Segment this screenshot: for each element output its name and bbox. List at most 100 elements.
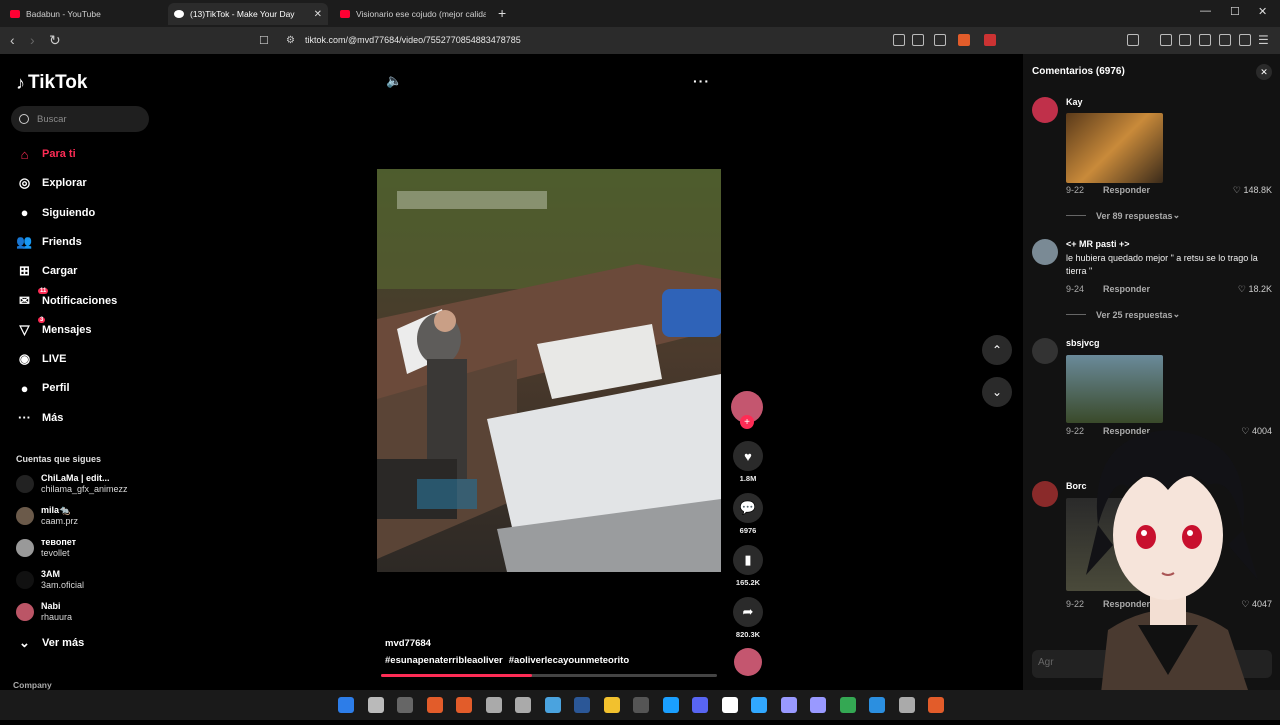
brave-shield-icon[interactable] <box>958 34 970 46</box>
sidebar-item-perfil[interactable]: ● Perfil <box>16 377 70 399</box>
save-button[interactable]: ▮ 165.2K <box>731 545 765 587</box>
site-info-icon[interactable]: ⚙ <box>286 35 295 46</box>
sidebar-item-siguiendo[interactable]: ● Siguiendo <box>16 202 96 224</box>
extension-icon[interactable] <box>1127 34 1139 46</box>
company-link[interactable]: Company <box>13 680 52 690</box>
forward-button[interactable]: › <box>30 32 35 48</box>
comment-like-button[interactable]: ♡ 148.8K <box>1233 185 1272 196</box>
taskbar-app-icon[interactable] <box>692 697 708 713</box>
sidebar-item-explorar[interactable]: ◎ Explorar <box>16 172 87 194</box>
extension-icon[interactable] <box>1219 34 1231 46</box>
sidebar-item-m-s[interactable]: ··· Más <box>16 407 63 429</box>
vpn-icon[interactable] <box>1239 34 1251 46</box>
taskbar-app-icon[interactable] <box>367 697 384 713</box>
taskbar-app-icon[interactable] <box>485 697 502 713</box>
followed-account[interactable]: 3AM 3am.oficial <box>16 567 84 593</box>
sidebar-item-friends[interactable]: 👥 Friends <box>16 231 81 253</box>
followed-account[interactable]: mila🐀 caam.prz <box>16 503 78 529</box>
sidebar-item-cargar[interactable]: ⊞ Cargar <box>16 260 77 282</box>
minimize-button[interactable]: — <box>1200 5 1211 17</box>
followed-account[interactable]: тевопет tevollet <box>16 535 76 561</box>
video-progress-bar[interactable] <box>381 674 717 677</box>
music-icon[interactable] <box>1160 34 1172 46</box>
sidebar-icon[interactable] <box>1179 34 1191 46</box>
avatar[interactable] <box>1032 338 1058 364</box>
sidebar-item-para-ti[interactable]: ⌂ Para ti <box>16 143 76 165</box>
taskbar-app-icon[interactable] <box>898 697 915 713</box>
search-input[interactable]: Buscar <box>11 106 149 132</box>
comment-user[interactable]: sbsjvcg <box>1066 338 1100 348</box>
like-button[interactable]: ♥ 1.8M <box>731 441 765 483</box>
see-more-button[interactable]: ⌄ Ver más <box>16 632 84 654</box>
sidebar-item-live[interactable]: ◉ LIVE <box>16 348 67 370</box>
menu-icon[interactable]: ☰ <box>1258 33 1269 47</box>
tiktok-logo[interactable]: ♪ TikTok <box>16 72 87 94</box>
previous-video-button[interactable]: ⌃ <box>982 335 1012 365</box>
follow-plus-icon[interactable]: + <box>740 415 754 429</box>
tab-tiktok[interactable]: (13)TikTok - Make Your Day ✕ <box>168 3 328 25</box>
comment-like-button[interactable]: ♡ 18.2K <box>1238 284 1272 295</box>
hashtag-link[interactable]: #aoliverlecayounmeteorito <box>509 655 629 666</box>
rewards-icon[interactable] <box>984 34 996 46</box>
close-window-button[interactable]: ✕ <box>1258 5 1267 18</box>
volume-icon[interactable]: 🔈 <box>386 73 402 89</box>
reply-button[interactable]: Responder <box>1103 185 1150 195</box>
avatar[interactable] <box>1032 481 1058 507</box>
tab-title: Visionario ese cojudo (mejor calidad) <box>356 9 486 19</box>
taskbar-app-icon[interactable] <box>751 697 767 713</box>
avatar[interactable] <box>1032 239 1058 265</box>
taskbar-app-icon[interactable] <box>780 697 797 713</box>
taskbar-app-icon[interactable] <box>603 697 620 713</box>
new-tab-button[interactable]: + <box>498 5 506 21</box>
tab-youtube-2[interactable]: Visionario ese cojudo (mejor calidad) <box>334 3 492 25</box>
view-replies-button[interactable]: Ver 89 respuestas ⌄ <box>1066 210 1180 221</box>
hashtag-link[interactable]: #esunapenaterribleaoliver <box>385 655 503 666</box>
taskbar-app-icon[interactable] <box>338 697 354 713</box>
friends-icon: 👥 <box>16 233 33 249</box>
taskbar-app-icon[interactable] <box>515 697 531 713</box>
reply-button[interactable]: Responder <box>1103 284 1150 294</box>
tab-youtube[interactable]: Badabun - YouTube <box>4 3 164 25</box>
creator-avatar[interactable]: + <box>731 391 763 429</box>
comment-button[interactable]: 💬 6976 <box>731 493 765 535</box>
taskbar-app-icon[interactable] <box>426 697 443 713</box>
taskbar-app-icon[interactable] <box>397 697 413 713</box>
video-player[interactable] <box>377 169 721 572</box>
sidebar-item-notificaciones[interactable]: 11 ✉ Notificaciones <box>16 287 117 312</box>
sidebar-item-mensajes[interactable]: 3 ▽ Mensajes <box>16 316 92 341</box>
avatar[interactable] <box>1032 97 1058 123</box>
video-author[interactable]: mvd77684 <box>385 638 431 649</box>
taskbar-app-icon[interactable] <box>544 697 561 713</box>
bookmark-icon[interactable]: ☐ <box>259 34 269 47</box>
translate-icon[interactable] <box>934 34 946 46</box>
taskbar-app-icon[interactable] <box>721 697 738 713</box>
url-field[interactable]: tiktok.com/@mvd77684/video/7552770854883… <box>305 35 521 45</box>
share-button[interactable]: ➦ 820.3K <box>731 597 765 639</box>
extension-icon[interactable] <box>893 34 905 46</box>
close-comments-button[interactable]: ✕ <box>1256 64 1272 80</box>
view-replies-button[interactable]: Ver 25 respuestas ⌄ <box>1066 309 1180 320</box>
back-button[interactable]: ‹ <box>10 32 15 48</box>
taskbar-app-icon[interactable] <box>928 697 944 713</box>
close-tab-icon[interactable]: ✕ <box>314 9 322 20</box>
maximize-button[interactable]: ☐ <box>1230 5 1240 18</box>
taskbar-app-icon[interactable] <box>839 697 856 713</box>
comment-image[interactable] <box>1066 113 1163 183</box>
comment-user[interactable]: <+ MR pasti +> <box>1066 239 1130 249</box>
more-options-icon[interactable]: ··· <box>693 73 710 89</box>
taskbar-app-icon[interactable] <box>574 697 590 713</box>
comment-image[interactable] <box>1066 355 1163 423</box>
taskbar-app-icon[interactable] <box>810 697 826 713</box>
followed-account[interactable]: Nabi rhauura <box>16 599 72 625</box>
followed-account[interactable]: ChiLaMa | edit... chilama_gfx_animezz <box>16 471 128 497</box>
taskbar-app-icon[interactable] <box>633 697 649 713</box>
next-video-button[interactable]: ⌄ <box>982 377 1012 407</box>
wallet-icon[interactable] <box>1199 34 1211 46</box>
taskbar-app-icon[interactable] <box>662 697 679 713</box>
taskbar-app-icon[interactable] <box>456 697 472 713</box>
taskbar-app-icon[interactable] <box>869 697 885 713</box>
extension-icon[interactable] <box>912 34 924 46</box>
reload-button[interactable]: ↻ <box>49 32 61 49</box>
music-disc[interactable] <box>731 648 765 676</box>
comment-user[interactable]: Kay <box>1066 97 1083 107</box>
